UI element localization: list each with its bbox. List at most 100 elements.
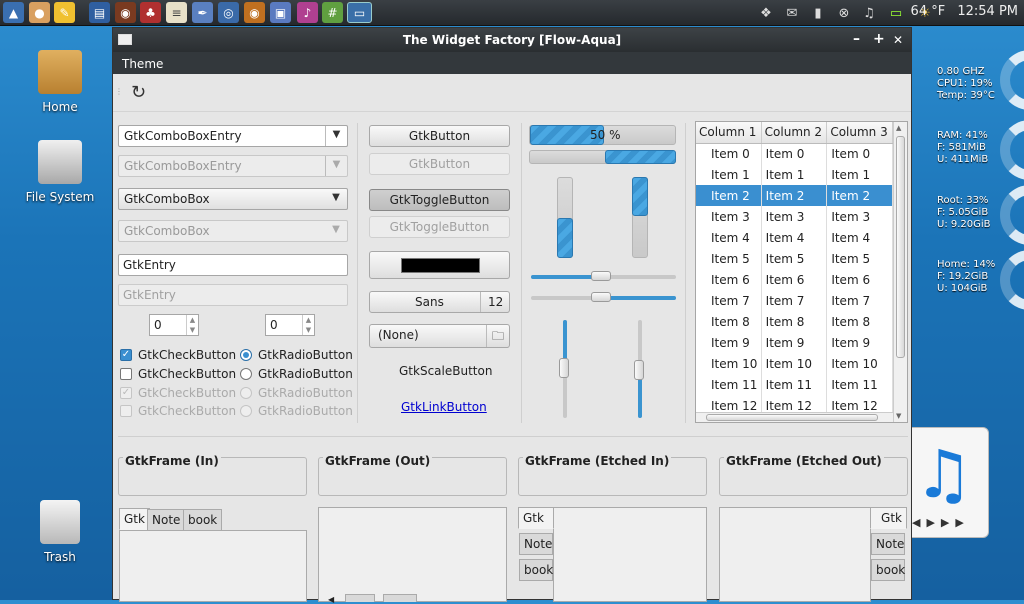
scroll-up-icon[interactable]: ▲ xyxy=(896,124,901,132)
scale-knob[interactable] xyxy=(634,360,644,380)
refresh-icon[interactable]: ↻ xyxy=(131,82,146,103)
notebook-tab[interactable]: Gtk xyxy=(119,508,150,530)
minimize-button[interactable]: – xyxy=(853,31,860,47)
table-cell: Item 0 xyxy=(826,143,893,164)
notebook-tab[interactable]: Note xyxy=(871,533,905,555)
vscale[interactable] xyxy=(559,320,569,418)
toggle-button[interactable]: GtkToggleButton xyxy=(369,189,510,211)
table-cell: Item 7 xyxy=(761,290,828,311)
combobox-entry[interactable]: GtkComboBoxEntry ▼ xyxy=(118,125,348,147)
table-row[interactable]: Item 9 Item 9 Item 9 xyxy=(696,332,893,353)
games-icon[interactable]: ♣ xyxy=(140,2,161,23)
desktop-icon-trash[interactable]: Trash xyxy=(15,500,105,564)
notebook-tab[interactable]: book xyxy=(183,509,223,531)
tree-view[interactable]: Column 1 Column 2 Column 3 Item 0 Item 0 Ite… xyxy=(695,121,908,423)
table-row[interactable]: Item 3 Item 3 Item 3 xyxy=(696,206,893,227)
media-icon[interactable]: ♪ xyxy=(297,2,318,23)
table-row[interactable]: Item 8 Item 8 Item 8 xyxy=(696,311,893,332)
notebook-tab[interactable]: Gtk xyxy=(518,507,554,529)
link-button[interactable]: GtkLinkButton xyxy=(401,400,487,414)
table-row[interactable]: Item 2 Item 2 Item 2 xyxy=(696,185,893,206)
chevron-down-icon[interactable]: ▼ xyxy=(325,189,347,209)
tree-vscrollbar[interactable]: ▲ ▼ xyxy=(893,122,907,422)
volume-icon[interactable]: ♫ xyxy=(859,3,879,23)
music-controls-icon[interactable]: ◀▶▶▶ xyxy=(912,516,970,529)
music-widget[interactable]: ♫ ◀▶▶▶ xyxy=(903,427,989,538)
check-button-checked[interactable]: ✓ GtkCheckButton xyxy=(120,348,236,362)
notebook-tab[interactable]: Gtk xyxy=(870,507,907,529)
scroll-down-icon[interactable]: ▼ xyxy=(896,412,901,420)
notebook-tab[interactable]: book xyxy=(871,559,905,581)
photos-icon[interactable]: ▣ xyxy=(270,2,291,23)
terminal-icon[interactable]: # xyxy=(322,2,343,23)
table-cell: Item 1 xyxy=(826,164,893,185)
notes-icon[interactable]: ✎ xyxy=(54,2,75,23)
font-button[interactable]: Sans 12 xyxy=(369,291,510,313)
menu-bar: Theme xyxy=(113,52,911,74)
music-icon[interactable]: ◉ xyxy=(115,2,136,23)
desktop-icon-filesystem[interactable]: File System xyxy=(15,140,105,204)
tree-column-header[interactable]: Column 2 xyxy=(761,122,828,144)
table-row[interactable]: Item 10 Item 10 Item 10 xyxy=(696,353,893,374)
eye-icon[interactable]: ◉ xyxy=(244,2,265,23)
window-icon[interactable]: ▭ xyxy=(347,2,372,23)
spin-button[interactable]: 0 ▲ ▼ xyxy=(149,314,199,336)
scale-knob[interactable] xyxy=(591,292,611,302)
notebook-tab[interactable]: book xyxy=(519,559,553,581)
table-row[interactable]: Item 0 Item 0 Item 0 xyxy=(696,143,893,164)
spin-arrows-icon[interactable]: ▲ ▼ xyxy=(302,315,314,335)
check-button[interactable]: GtkCheckButton xyxy=(120,367,236,381)
hscale[interactable] xyxy=(531,271,676,281)
table-row[interactable]: Item 1 Item 1 Item 1 xyxy=(696,164,893,185)
chevron-down-icon[interactable]: ▼ xyxy=(325,126,347,146)
clock[interactable]: 64 °F 12:54 PM xyxy=(911,4,1018,19)
table-row[interactable]: Item 4 Item 4 Item 4 xyxy=(696,227,893,248)
dropbox-icon[interactable]: ❖ xyxy=(757,3,775,23)
close-button[interactable]: ✕ xyxy=(893,33,903,47)
inkscape-icon[interactable]: ✒ xyxy=(192,2,213,23)
spin-button[interactable]: 0 ▲ ▼ xyxy=(265,314,315,336)
desktop-icon-home[interactable]: Home xyxy=(15,50,105,114)
table-row[interactable]: Item 11 Item 11 Item 11 xyxy=(696,374,893,395)
radio-button[interactable]: GtkRadioButton xyxy=(240,367,353,381)
table-row[interactable]: Item 7 Item 7 Item 7 xyxy=(696,290,893,311)
notebook-tab[interactable]: Note xyxy=(147,509,186,531)
battery-icon[interactable]: ▭ xyxy=(885,3,907,23)
firefox-icon[interactable]: ● xyxy=(29,2,50,23)
tree-column-header[interactable]: Column 1 xyxy=(696,122,762,144)
text-entry[interactable]: GtkEntry xyxy=(118,254,348,276)
check-label: GtkCheckButton xyxy=(138,386,237,400)
color-button[interactable] xyxy=(369,251,510,279)
scrollbar-thumb[interactable] xyxy=(706,414,878,421)
mail-icon[interactable]: ✉ xyxy=(782,3,802,23)
table-row[interactable]: Item 6 Item 6 Item 6 xyxy=(696,269,893,290)
menu-theme[interactable]: Theme xyxy=(122,57,163,71)
editor-icon[interactable]: ≡ xyxy=(166,2,187,23)
title-bar[interactable]: The Widget Factory [Flow-Aqua] – + ✕ xyxy=(113,28,911,52)
table-row[interactable]: Item 5 Item 5 Item 5 xyxy=(696,248,893,269)
chat-icon[interactable]: ⊗ xyxy=(834,3,854,23)
browser-icon[interactable]: ◎ xyxy=(218,2,239,23)
toolbar-grip-icon[interactable]: ⋮ xyxy=(115,87,123,96)
tree-column-header[interactable]: Column 3 xyxy=(826,122,893,144)
scale-button[interactable]: GtkScaleButton xyxy=(399,364,492,378)
vscale[interactable] xyxy=(634,320,644,418)
combobox[interactable]: GtkComboBox ▼ xyxy=(118,188,348,210)
scrollbar-thumb[interactable] xyxy=(896,136,905,358)
table-cell: Item 3 xyxy=(696,206,762,227)
scale-knob[interactable] xyxy=(559,358,569,378)
spin-arrows-icon[interactable]: ▲ ▼ xyxy=(186,315,198,335)
writer-icon[interactable]: ▤ xyxy=(89,2,110,23)
file-chooser-button[interactable]: (None) 🗀 xyxy=(369,324,510,348)
maximize-button[interactable]: + xyxy=(873,31,885,47)
tree-hscrollbar[interactable] xyxy=(696,412,893,422)
notebook-tab[interactable] xyxy=(383,594,417,602)
hscale[interactable] xyxy=(531,292,676,302)
gtk-button[interactable]: GtkButton xyxy=(369,125,510,147)
start-icon[interactable]: ▲ xyxy=(3,2,24,23)
notebook-tab[interactable]: Note xyxy=(519,533,553,555)
notebook-tab[interactable] xyxy=(345,594,375,602)
radio-button-selected[interactable]: GtkRadioButton xyxy=(240,348,353,362)
scale-knob[interactable] xyxy=(591,271,611,281)
signal-icon[interactable]: ▮ xyxy=(808,3,828,23)
